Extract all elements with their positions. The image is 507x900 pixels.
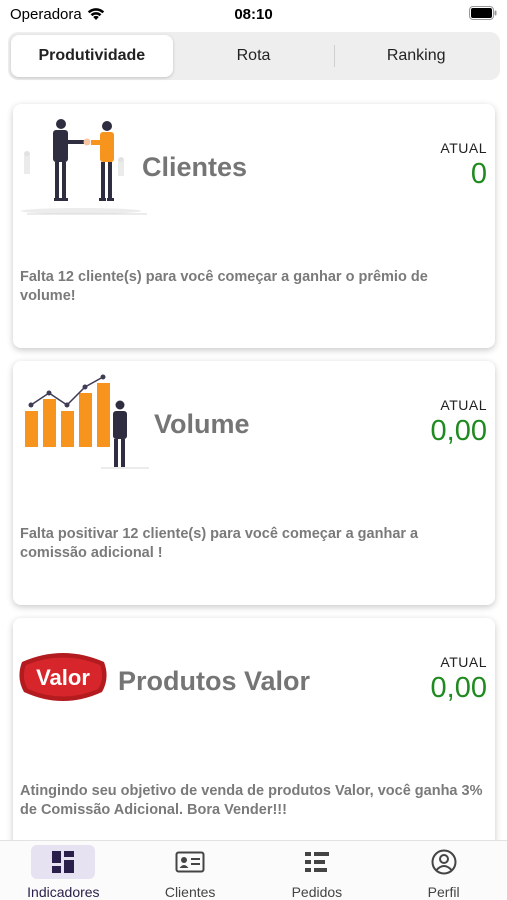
tab-pedidos[interactable]: Pedidos <box>254 841 381 900</box>
segment-ranking[interactable]: Ranking <box>335 35 497 77</box>
tab-label: Clientes <box>164 884 216 900</box>
card-title: Volume <box>154 409 250 439</box>
tab-clientes[interactable]: Clientes <box>127 841 254 900</box>
clientes-card[interactable]: Clientes ATUAL 0 Falta 12 cliente(s) par… <box>13 104 495 348</box>
atual-label: ATUAL <box>440 397 487 413</box>
logo-text: Valor <box>36 665 90 690</box>
valor-logo: Valor <box>19 653 107 701</box>
segment-label: Rota <box>236 47 271 64</box>
tab-label: Indicadores <box>27 884 100 900</box>
card-description: Falta positivar 12 cliente(s) para você … <box>20 526 419 561</box>
tab-indicadores[interactable]: Indicadores <box>0 841 127 900</box>
atual-label: ATUAL <box>440 654 487 670</box>
tab-icon-bg <box>158 845 222 879</box>
indicators-list[interactable]: Clientes ATUAL 0 Falta 12 cliente(s) par… <box>0 96 507 840</box>
segment-rota[interactable]: Rota <box>173 35 335 77</box>
contact-card-icon <box>175 851 205 873</box>
status-bar: Operadora 08:10 <box>0 0 507 28</box>
atual-label: ATUAL <box>440 140 487 156</box>
tab-icon-bg <box>285 845 349 879</box>
card-title: Produtos Valor <box>118 666 311 696</box>
handshake-illustration <box>21 119 147 215</box>
atual-value: 0,00 <box>430 672 487 704</box>
atual-value: 0 <box>470 158 487 190</box>
card-description: Falta 12 cliente(s) para você começar a … <box>20 269 428 304</box>
clock: 08:10 <box>234 6 273 23</box>
segment-label: Produtividade <box>38 47 146 64</box>
tab-icon-bg <box>412 845 476 879</box>
segment-produtividade[interactable]: Produtividade <box>11 35 173 77</box>
list-icon <box>304 852 329 872</box>
card-title: Clientes <box>142 152 248 182</box>
dashboard-icon <box>52 851 75 873</box>
segmented-control: Produtividade Rota Ranking <box>8 32 500 80</box>
bottom-tab-bar: Indicadores Clientes Pedidos Perfil <box>0 840 507 900</box>
tab-perfil[interactable]: Perfil <box>380 841 507 900</box>
card-description: Atingindo seu objetivo de venda de produ… <box>20 783 483 818</box>
bar-chart-illustration <box>25 374 149 469</box>
profile-icon <box>431 849 457 875</box>
atual-value: 0,00 <box>430 415 487 447</box>
tab-icon-bg <box>31 845 96 879</box>
segment-label: Ranking <box>386 47 446 64</box>
produtos-valor-card[interactable]: Valor Produtos Valor ATUAL 0,00 Atingind… <box>13 618 495 840</box>
volume-card[interactable]: Volume ATUAL 0,00 Falta positivar 12 cli… <box>13 361 495 605</box>
battery-icon <box>469 6 497 20</box>
tab-label: Perfil <box>427 884 460 900</box>
tab-label: Pedidos <box>291 884 343 900</box>
